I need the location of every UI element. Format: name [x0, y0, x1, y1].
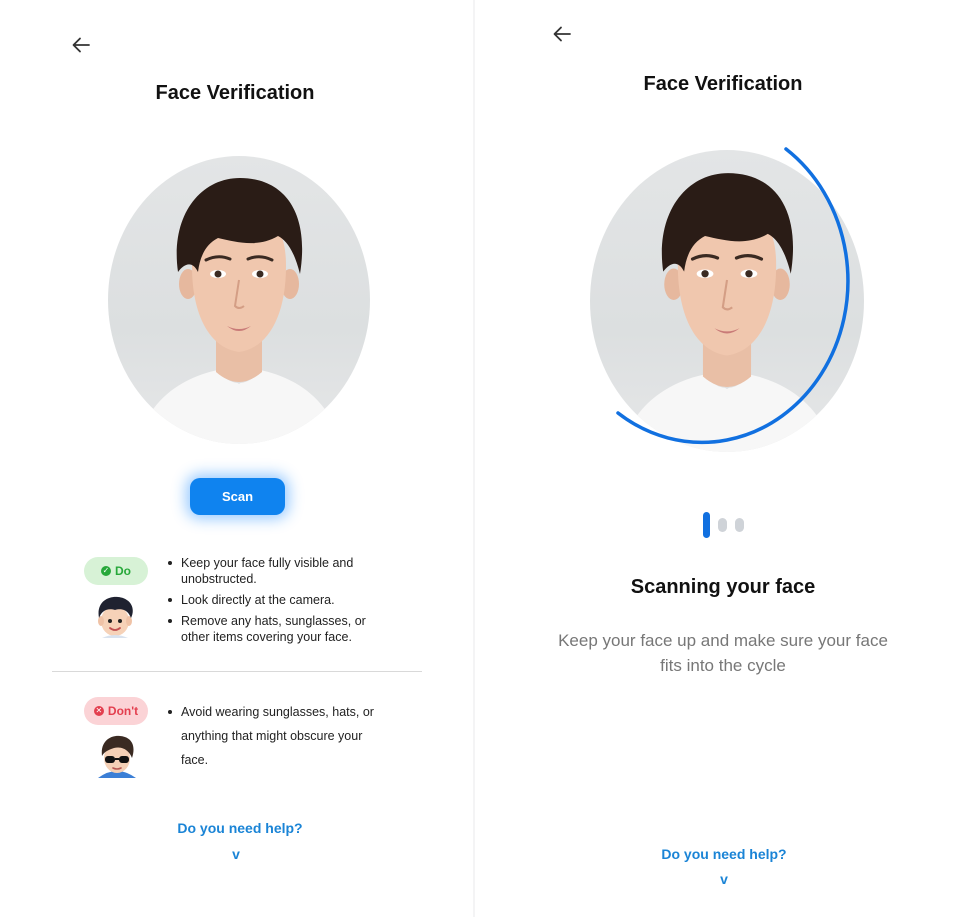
list-item: Avoid wearing sunglasses, hats, or anyth… [168, 700, 378, 772]
dont-badge-label: Don't [107, 704, 139, 718]
scanning-title: Scanning your face [630, 576, 816, 598]
section-divider [52, 671, 422, 672]
chevron-down-icon[interactable]: v [704, 871, 744, 887]
help-link[interactable]: Do you need help? [624, 846, 824, 862]
scan-button[interactable]: Scan [190, 478, 285, 515]
list-item: Look directly at the camera. [168, 592, 383, 608]
do-badge: ✓ Do [84, 557, 148, 585]
scan-progress-ring [616, 147, 850, 445]
scan-step-indicator [703, 512, 744, 538]
back-arrow-icon[interactable] [70, 34, 92, 56]
scanning-subtitle: Keep your face up and make sure your fac… [558, 631, 888, 675]
screen-divider [473, 0, 475, 917]
help-link[interactable]: Do you need help? [140, 820, 340, 836]
step-dot [718, 518, 727, 532]
face-verification-instructions-screen: Face Verification Scan ✓ Do Keep your fa… [0, 0, 470, 917]
dont-badge: ✕ Don't [84, 697, 148, 725]
happy-avatar-icon [92, 594, 138, 640]
do-list: Keep your face fully visible and unobstr… [168, 555, 383, 650]
page-title: Face Verification [155, 82, 315, 104]
list-item: Keep your face fully visible and unobstr… [168, 555, 383, 587]
step-dot-active [703, 512, 710, 538]
do-badge-label: Do [115, 564, 131, 578]
step-dot [735, 518, 744, 532]
list-item: Remove any hats, sunglasses, or other it… [168, 613, 383, 645]
x-circle-icon: ✕ [93, 706, 104, 716]
page-title: Face Verification [643, 73, 803, 95]
sunglasses-avatar-icon [94, 734, 140, 780]
face-scanning-screen: Face Verification Scanning your face Kee… [478, 0, 959, 917]
check-circle-icon: ✓ [101, 566, 111, 576]
chevron-down-icon[interactable]: v [216, 846, 256, 862]
face-preview [108, 156, 370, 444]
dont-list: Avoid wearing sunglasses, hats, or anyth… [168, 700, 378, 777]
back-arrow-icon[interactable] [551, 23, 573, 45]
